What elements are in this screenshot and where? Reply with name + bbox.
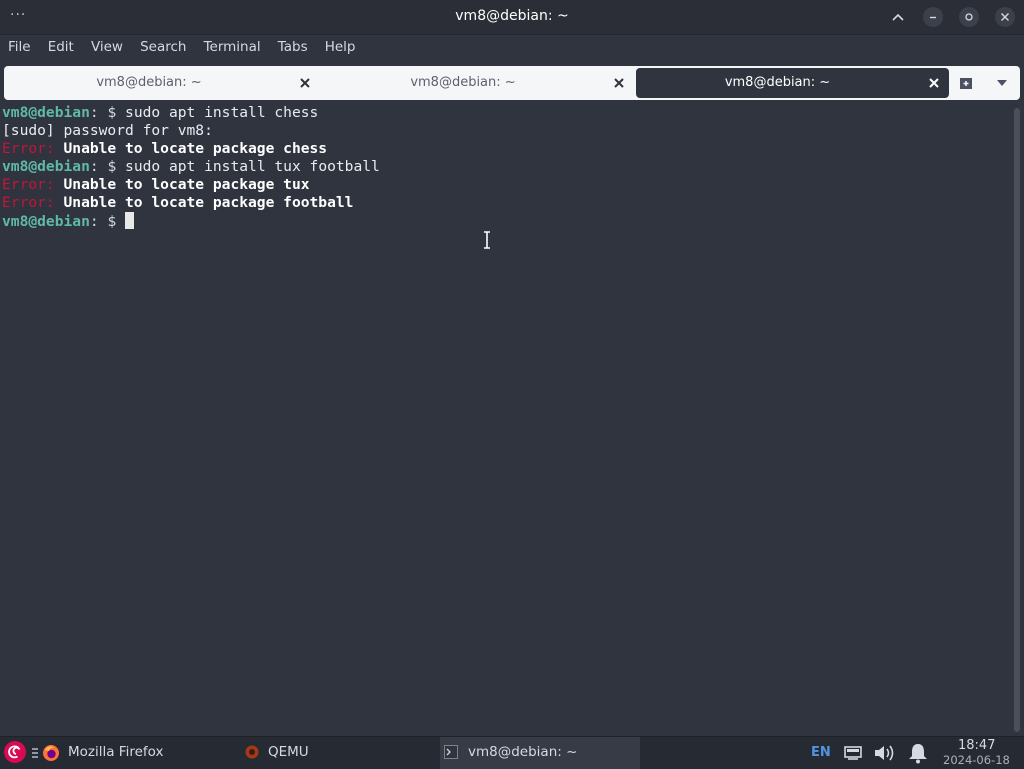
task-label: vm8@debian: ~ [468, 744, 578, 760]
tab-3[interactable]: vm8@debian: ~ [636, 68, 949, 98]
menu-help[interactable]: Help [325, 35, 356, 59]
terminal-line: Error: Unable to locate package football [0, 194, 1014, 212]
task-terminal[interactable]: vm8@debian: ~ [440, 737, 640, 769]
menu-search[interactable]: Search [140, 35, 186, 59]
task-label: QEMU [268, 744, 309, 760]
prompt-separator: : $ [89, 213, 126, 230]
window-title: vm8@debian: ~ [455, 8, 569, 24]
clock-time[interactable]: 18:47 [958, 738, 995, 753]
maximize-button[interactable] [959, 7, 979, 27]
tab-bar: vm8@debian: ~ vm8@debian: ~ vm8@debian: … [4, 66, 1020, 100]
maximize-icon [965, 13, 973, 21]
qemu-icon [245, 745, 259, 759]
close-icon [1001, 13, 1009, 21]
error-label: Error: [2, 176, 55, 193]
menu-tabs[interactable]: Tabs [278, 35, 308, 59]
debian-menu-button[interactable] [4, 741, 26, 763]
command-text: sudo apt install chess [125, 104, 319, 121]
notification-bell-icon[interactable] [907, 742, 929, 764]
terminal-line: vm8@debian: $ sudo apt install chess [0, 104, 1014, 122]
terminal-line: [sudo] password for vm8: [0, 122, 1014, 140]
tab-1[interactable]: vm8@debian: ~ [8, 68, 320, 98]
error-message: Unable to locate package football [54, 194, 354, 211]
terminal-line: vm8@debian: $ sudo apt install tux footb… [0, 158, 1014, 176]
debian-icon [8, 745, 21, 759]
command-text: sudo apt install tux football [125, 158, 380, 175]
close-button[interactable] [995, 7, 1015, 27]
minimize-button[interactable] [923, 7, 943, 27]
terminal-line: Error: Unable to locate package chess [0, 140, 1014, 158]
close-tab-icon[interactable] [927, 76, 941, 90]
error-label: Error: [2, 140, 55, 157]
close-tab-icon[interactable] [298, 76, 312, 90]
chevron-down-icon[interactable] [996, 78, 1008, 88]
prompt-user: vm8@debian [2, 213, 90, 230]
prompt-separator: : $ [89, 158, 126, 175]
terminal-line: vm8@debian: $ [0, 212, 1014, 230]
tab-2[interactable]: vm8@debian: ~ [322, 68, 634, 98]
terminal-icon [444, 745, 458, 759]
menu-edit[interactable]: Edit [48, 35, 74, 59]
menu-bar: File Edit View Search Terminal Tabs Help [0, 35, 1024, 61]
terminal-scrollbar[interactable] [1014, 108, 1020, 732]
output-text: [sudo] password for vm8: [2, 122, 213, 139]
tab-label: vm8@debian: ~ [96, 75, 202, 90]
prompt-user: vm8@debian [2, 104, 90, 121]
text-cursor [125, 212, 135, 229]
terminal-line: Error: Unable to locate package tux [0, 176, 1014, 194]
menu-file[interactable]: File [8, 35, 31, 59]
minimize-icon [930, 16, 936, 19]
network-icon[interactable] [844, 745, 862, 761]
close-tab-icon[interactable] [612, 76, 626, 90]
error-label: Error: [2, 194, 55, 211]
volume-icon[interactable] [873, 743, 899, 763]
firefox-icon [43, 745, 59, 761]
window-titlebar: ··· vm8@debian: ~ [0, 0, 1024, 35]
taskbar: Mozilla Firefox QEMU vm8@debian: ~ EN 18… [0, 736, 1024, 769]
clock-date[interactable]: 2024-06-18 [943, 753, 1010, 767]
task-label: Mozilla Firefox [68, 744, 164, 760]
menu-view[interactable]: View [91, 35, 123, 59]
tab-label: vm8@debian: ~ [410, 75, 516, 90]
error-message: Unable to locate package tux [54, 176, 310, 193]
prompt-separator: : $ [89, 104, 126, 121]
shade-button[interactable] [887, 7, 907, 27]
mouse-ibeam-icon [484, 231, 490, 249]
terminal-output[interactable]: vm8@debian: $ sudo apt install chess [su… [0, 104, 1014, 732]
error-message: Unable to locate package chess [54, 140, 328, 157]
keyboard-layout-indicator[interactable]: EN [811, 745, 831, 760]
chevron-up-icon [892, 13, 904, 21]
menu-terminal[interactable]: Terminal [204, 35, 261, 59]
task-firefox[interactable]: Mozilla Firefox [40, 737, 236, 769]
app-menu-icon[interactable] [31, 747, 39, 759]
task-qemu[interactable]: QEMU [240, 737, 436, 769]
new-tab-icon[interactable] [959, 75, 975, 91]
prompt-user: vm8@debian [2, 158, 90, 175]
tab-label: vm8@debian: ~ [724, 75, 831, 90]
